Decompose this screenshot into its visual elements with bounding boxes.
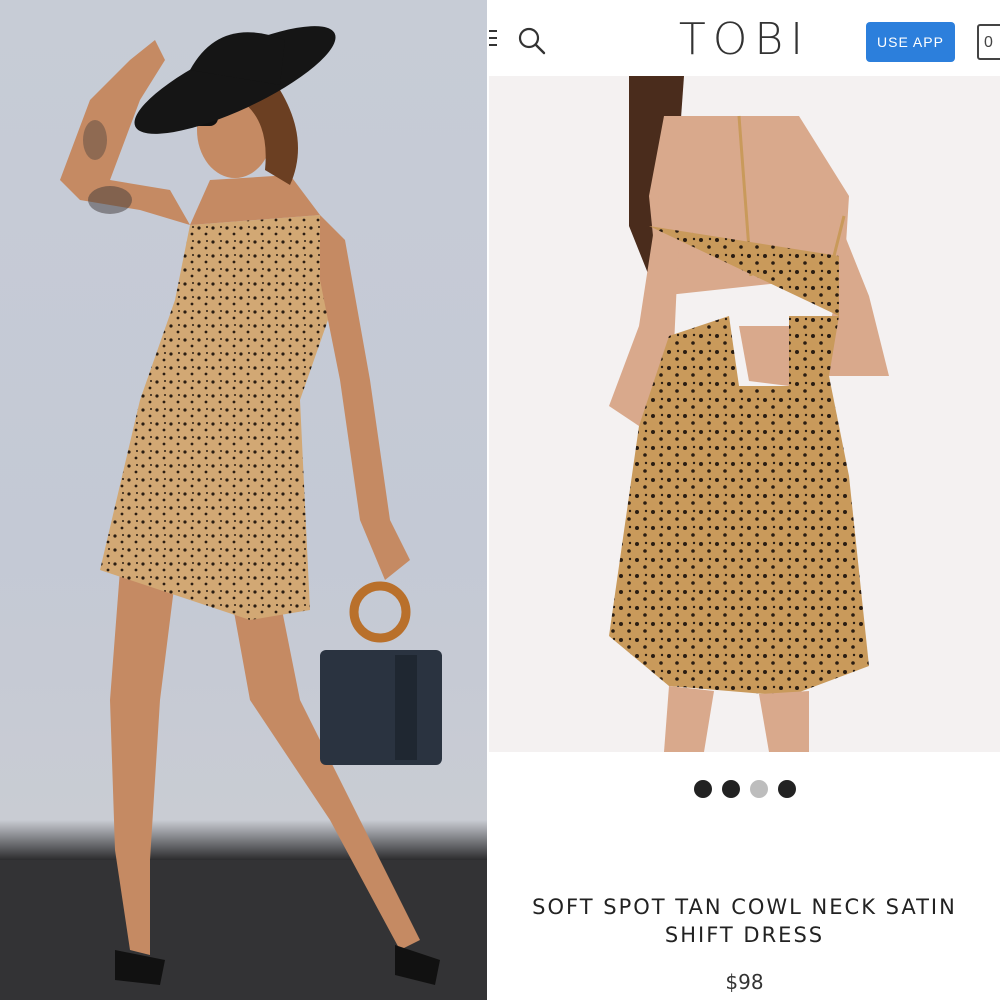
lifestyle-photo bbox=[0, 0, 487, 1000]
model-illustration bbox=[0, 26, 487, 1000]
carousel-dot-1[interactable] bbox=[693, 780, 712, 798]
top-navigation-bar: TOBI USE APP 0 bbox=[489, 0, 1000, 77]
mobile-product-screen: TOBI USE APP 0 SOFT SPOT TAN COWL NECK S… bbox=[489, 0, 1000, 1000]
product-title: SOFT SPOT TAN COWL NECK SATIN SHIFT DRES… bbox=[489, 893, 1000, 949]
image-carousel-indicator bbox=[489, 780, 1000, 798]
cart-icon[interactable]: 0 bbox=[977, 24, 1000, 60]
use-app-button[interactable]: USE APP bbox=[866, 22, 955, 62]
product-title-line-2: SHIFT DRESS bbox=[664, 923, 825, 947]
product-title-line-1: SOFT SPOT TAN COWL NECK SATIN bbox=[532, 895, 957, 919]
carousel-dot-2[interactable] bbox=[721, 780, 740, 798]
product-price: $98 bbox=[725, 970, 764, 994]
product-image[interactable] bbox=[489, 76, 1000, 752]
carousel-dot-3[interactable] bbox=[749, 780, 768, 798]
cart-count: 0 bbox=[984, 34, 993, 51]
product-back-view-illustration bbox=[489, 76, 1000, 752]
carousel-dot-4[interactable] bbox=[777, 780, 796, 798]
